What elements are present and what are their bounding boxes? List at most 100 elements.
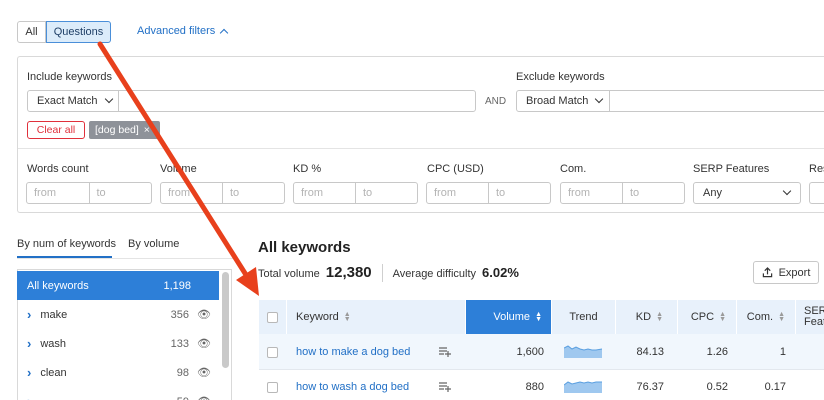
- tab-by-volume[interactable]: By volume: [128, 238, 179, 250]
- header-cpc-label: CPC: [690, 311, 715, 323]
- sidebar-item-wash[interactable]: › wash 133 👁: [17, 329, 219, 358]
- filter-questions-button[interactable]: Questions: [46, 21, 111, 43]
- sort-icon: ▲ ▼: [719, 311, 726, 323]
- export-button[interactable]: Export: [753, 261, 819, 284]
- include-match-select[interactable]: Exact Match: [27, 90, 119, 112]
- sidebar-item-make[interactable]: › make 356 👁: [17, 300, 219, 329]
- exclude-keywords-input[interactable]: [609, 90, 824, 112]
- volume-range: from to: [160, 182, 285, 204]
- sidebar-item-label: All keywords: [27, 279, 89, 292]
- header-com[interactable]: Com. ▲ ▼: [737, 300, 796, 334]
- kd-cell: 76.37: [636, 381, 664, 393]
- chevron-down-icon: [104, 94, 113, 104]
- chevron-right-icon: ›: [27, 307, 32, 322]
- row-checkbox[interactable]: [267, 347, 278, 358]
- header-com-label: Com.: [746, 311, 774, 323]
- header-trend-label: Trend: [569, 311, 598, 323]
- export-label: Export: [778, 266, 811, 279]
- header-serp[interactable]: SERP Featu: [796, 300, 824, 334]
- header-volume-label: Volume: [493, 311, 531, 323]
- sort-icon: ▲ ▼: [343, 311, 351, 323]
- sort-icon: ▲ ▼: [656, 311, 663, 323]
- header-keyword[interactable]: Keyword ▲ ▼: [287, 300, 466, 334]
- keyword-link[interactable]: how to wash a dog bed: [296, 381, 409, 393]
- words-count-to[interactable]: to: [89, 182, 152, 204]
- summary-stats: Total volume 12,380 Average difficulty 6…: [258, 264, 519, 282]
- avg-difficulty-value: 6.02%: [482, 265, 519, 280]
- keyword-link[interactable]: how to make a dog bed: [296, 346, 410, 358]
- volume-to[interactable]: to: [223, 182, 285, 204]
- chevron-right-icon: ›: [27, 394, 31, 400]
- sidebar-item-label: wash: [40, 337, 67, 350]
- advanced-filters-toggle[interactable]: Advanced filters: [137, 25, 229, 37]
- add-to-list-icon[interactable]: [439, 381, 451, 392]
- select-all-checkbox[interactable]: [267, 311, 278, 323]
- chevron-right-icon: ›: [27, 365, 32, 380]
- keyword-chip: [dog bed] ×: [89, 121, 160, 139]
- header-kd[interactable]: KD ▲ ▼: [616, 300, 678, 334]
- volume-label: Volume: [160, 163, 197, 175]
- list-scrollbar[interactable]: [222, 272, 229, 368]
- header-keyword-label: Keyword: [296, 311, 339, 323]
- kd-range: from to: [293, 182, 418, 204]
- eye-icon[interactable]: 👁: [197, 337, 211, 350]
- cpc-from[interactable]: from: [426, 182, 489, 204]
- avg-difficulty-label: Average difficulty: [392, 268, 477, 280]
- com-from[interactable]: from: [560, 182, 623, 204]
- sidebar-item-partial[interactable]: › 59 👁: [17, 387, 219, 400]
- cpc-to[interactable]: to: [489, 182, 551, 204]
- exclude-match-value: Broad Match: [526, 95, 589, 107]
- tabs-divider: [17, 258, 233, 259]
- filter-all-button[interactable]: All: [17, 21, 46, 43]
- eye-icon[interactable]: 👁: [197, 395, 211, 400]
- eye-icon[interactable]: 👁: [197, 366, 211, 379]
- eye-icon[interactable]: 👁: [197, 308, 211, 321]
- stats-divider: [381, 264, 383, 282]
- sidebar-item-count: 1,198: [163, 279, 191, 292]
- com-to[interactable]: to: [623, 182, 685, 204]
- sidebar-item-count: 98: [176, 366, 190, 379]
- add-to-list-icon[interactable]: [439, 346, 451, 357]
- results-input[interactable]: [809, 182, 824, 204]
- com-cell: 1: [779, 346, 786, 358]
- results-label: Res: [809, 163, 824, 175]
- serp-features-label: SERP Features: [693, 163, 770, 175]
- com-label: Com.: [560, 163, 587, 175]
- total-volume-label: Total volume: [258, 268, 320, 280]
- kd-to[interactable]: to: [356, 182, 418, 204]
- tab-by-num-keywords[interactable]: By num of keywords: [17, 238, 116, 250]
- total-volume-value: 12,380: [325, 264, 372, 281]
- exclude-match-select[interactable]: Broad Match: [516, 90, 610, 112]
- header-kd-label: KD: [635, 311, 652, 323]
- advanced-filters-label: Advanced filters: [137, 25, 216, 37]
- sidebar-item-count: 133: [170, 337, 190, 350]
- keyword-chip-label: [dog bed]: [95, 124, 139, 136]
- sidebar-item-clean[interactable]: › clean 98 👁: [17, 358, 219, 387]
- header-cpc[interactable]: CPC ▲ ▼: [678, 300, 737, 334]
- words-count-label: Words count: [27, 163, 89, 175]
- include-match-value: Exact Match: [37, 95, 98, 107]
- com-cell: 0.17: [764, 381, 786, 393]
- words-count-from[interactable]: from: [26, 182, 90, 204]
- row-checkbox[interactable]: [267, 382, 278, 393]
- sort-icon: ▲ ▼: [535, 311, 542, 323]
- include-keywords-input[interactable]: [118, 90, 476, 112]
- sidebar-item-all-keywords[interactable]: All keywords 1,198: [17, 271, 219, 300]
- kd-from[interactable]: from: [293, 182, 356, 204]
- header-select-all: [259, 300, 287, 334]
- volume-from[interactable]: from: [160, 182, 223, 204]
- volume-cell: 880: [525, 381, 544, 393]
- header-volume[interactable]: Volume ▲ ▼: [466, 300, 552, 334]
- close-icon[interactable]: ×: [144, 124, 150, 136]
- serp-features-select[interactable]: Any: [693, 182, 801, 204]
- page-title: All keywords: [258, 239, 351, 256]
- words-count-range: from to: [26, 182, 152, 204]
- export-icon: [762, 267, 772, 278]
- trend-sparkline: [564, 381, 602, 393]
- clear-all-button[interactable]: Clear all: [27, 121, 85, 139]
- exclude-keywords-label: Exclude keywords: [516, 71, 605, 83]
- cpc-cell: 0.52: [706, 381, 728, 393]
- and-label: AND: [485, 96, 507, 107]
- com-range: from to: [560, 182, 685, 204]
- kd-cell: 84.13: [636, 346, 664, 358]
